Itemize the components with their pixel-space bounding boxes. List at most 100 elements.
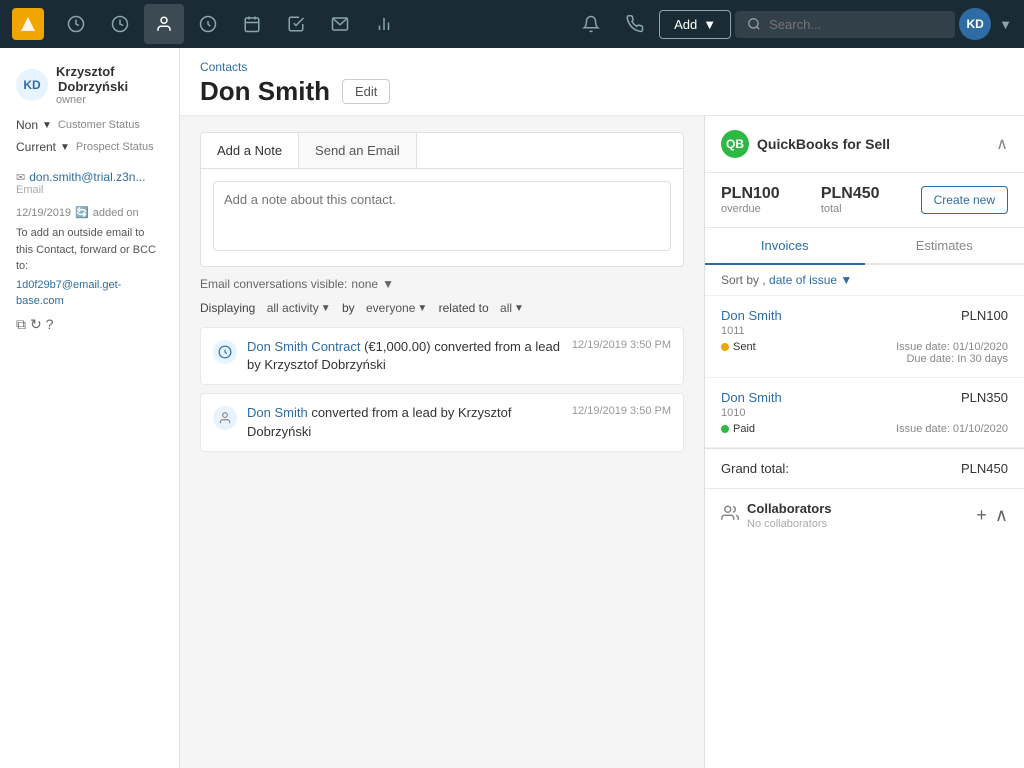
search-box[interactable] — [735, 11, 955, 38]
email-field: ✉ don.smith@trial.z3n... Email — [16, 170, 163, 196]
total-label: total — [821, 203, 880, 215]
invoice-item[interactable]: Don Smith PLN100 1011 Sent Issue date: 0… — [705, 296, 1024, 378]
activity-item: Don Smith converted from a lead by Krzys… — [200, 393, 684, 451]
activity-time-1: 12/19/2019 3:50 PM — [572, 404, 671, 419]
tab-invoices[interactable]: Invoices — [705, 228, 865, 265]
owner-avatar: KD — [16, 69, 48, 101]
tab-add-note[interactable]: Add a Note — [201, 133, 299, 168]
add-collaborator-button[interactable]: + — [976, 505, 987, 526]
collaborators-section: Collaborators No collaborators + ∧ — [705, 488, 1024, 542]
deal-link[interactable]: Don Smith Contract — [247, 339, 360, 354]
grand-total: Grand total: PLN450 — [705, 448, 1024, 488]
everyone-chevron: ▼ — [417, 303, 427, 314]
user-menu-chevron[interactable]: ▼ — [999, 17, 1012, 32]
forward-email-section: To add an outside email to this Contact,… — [16, 225, 163, 335]
content-body: Add a Note Send an Email Email conversat… — [180, 116, 1024, 768]
activity-chevron: ▼ — [321, 303, 331, 314]
sort-link[interactable]: date of issue ▼ — [769, 273, 852, 287]
invoice-dates-0: Issue date: 01/10/2020 Due date: In 30 d… — [896, 341, 1008, 365]
email-visibility-toggle[interactable]: none — [351, 277, 378, 291]
email-icon: ✉ — [16, 171, 25, 184]
search-input[interactable] — [769, 17, 929, 32]
content-header: Contacts Don Smith Edit — [180, 48, 1024, 116]
prospect-status-row: Current ▼ Prospect Status — [16, 140, 163, 154]
invoice-amount-0: PLN100 — [961, 308, 1008, 323]
prospect-status-value[interactable]: Current ▼ Prospect Status — [16, 140, 163, 154]
invoice-status-0: Sent — [721, 341, 756, 353]
added-icon: 🔄 — [75, 206, 89, 219]
edit-button[interactable]: Edit — [342, 79, 390, 104]
quickbooks-stats: PLN100 overdue PLN450 total Create new — [705, 173, 1024, 228]
deal-icon — [213, 340, 237, 364]
invoice-item[interactable]: Don Smith PLN350 1010 Paid Issue date: 0… — [705, 378, 1024, 448]
nav-emails[interactable] — [320, 4, 360, 44]
collaborators-subtitle: No collaborators — [747, 518, 832, 530]
note-area — [200, 169, 684, 267]
nav-deals[interactable] — [188, 4, 228, 44]
nav-contacts[interactable] — [144, 4, 184, 44]
filter-all[interactable]: all ▼ — [500, 301, 524, 315]
note-textarea[interactable] — [213, 181, 671, 251]
email-visibility-chevron[interactable]: ▼ — [382, 277, 394, 291]
tab-estimates[interactable]: Estimates — [865, 228, 1024, 263]
tab-send-email[interactable]: Send an Email — [299, 133, 417, 168]
customer-status-chevron: ▼ — [42, 120, 52, 131]
owner-section: KD Krzysztof Dobrzyński owner — [16, 64, 163, 106]
nav-notifications[interactable] — [571, 4, 611, 44]
total-amount: PLN450 — [821, 185, 880, 203]
help-icon[interactable]: ? — [46, 314, 54, 335]
top-nav: Add ▼ KD ▼ — [0, 0, 1024, 48]
status-dot-sent — [721, 343, 729, 351]
prospect-status-chevron: ▼ — [60, 142, 70, 153]
activity-time-0: 12/19/2019 3:50 PM — [572, 338, 671, 353]
content-area: Contacts Don Smith Edit Add a Note Send … — [180, 48, 1024, 768]
owner-name: Krzysztof Dobrzyński — [56, 64, 163, 94]
sort-chevron: ▼ — [840, 273, 852, 287]
sort-bar: Sort by , date of issue ▼ — [705, 265, 1024, 296]
all-chevron: ▼ — [514, 303, 524, 314]
filter-everyone[interactable]: everyone ▼ — [366, 301, 427, 315]
quickbooks-logo: QB — [721, 130, 749, 158]
app-logo[interactable] — [12, 8, 44, 40]
overdue-amount: PLN100 — [721, 185, 780, 203]
invoice-name-0: Don Smith — [721, 308, 782, 323]
nav-phone[interactable] — [615, 4, 655, 44]
invoice-number-1: 1010 — [721, 407, 1008, 419]
create-new-button[interactable]: Create new — [921, 186, 1008, 214]
quickbooks-collapse[interactable]: ∧ — [996, 134, 1008, 154]
add-button[interactable]: Add ▼ — [659, 10, 731, 39]
filter-all-activity[interactable]: all activity ▼ — [267, 301, 331, 315]
activity-item: Don Smith Contract (€1,000.00) converted… — [200, 327, 684, 385]
main-container: KD Krzysztof Dobrzyński owner Non ▼ Cust… — [0, 48, 1024, 768]
activity-filter: Displaying all activity ▼ by everyone ▼ … — [200, 301, 684, 315]
owner-role: owner — [56, 94, 163, 106]
customer-status-row: Non ▼ Customer Status — [16, 118, 163, 132]
email-label: Email — [16, 184, 163, 196]
user-avatar[interactable]: KD — [959, 8, 991, 40]
overdue-label: overdue — [721, 203, 780, 215]
person-icon — [213, 406, 237, 430]
nav-timer[interactable] — [100, 4, 140, 44]
status-dot-paid — [721, 425, 729, 433]
collaborators-icon — [721, 504, 739, 527]
collaborators-collapse[interactable]: ∧ — [995, 505, 1008, 526]
nav-tasks[interactable] — [276, 4, 316, 44]
customer-status-value[interactable]: Non ▼ Customer Status — [16, 118, 163, 132]
forward-email-address[interactable]: 1d0f29b7@email.get-base.com — [16, 277, 163, 310]
invoice-amount-1: PLN350 — [961, 390, 1008, 405]
invoice-number-0: 1011 — [721, 325, 1008, 337]
breadcrumb[interactable]: Contacts — [200, 60, 1004, 74]
quickbooks-header: QB QuickBooks for Sell ∧ — [705, 116, 1024, 173]
nav-dashboard[interactable] — [56, 4, 96, 44]
refresh-icon[interactable]: ↻ — [30, 314, 42, 335]
sidebar: KD Krzysztof Dobrzyński owner Non ▼ Cust… — [0, 48, 180, 768]
nav-reports[interactable] — [364, 4, 404, 44]
person-link[interactable]: Don Smith — [247, 405, 308, 420]
total-stat: PLN450 total — [821, 185, 880, 215]
page-title: Don Smith — [200, 76, 330, 107]
added-date: 12/19/2019 🔄 added on — [16, 206, 163, 219]
middle-panel: Add a Note Send an Email Email conversat… — [180, 116, 704, 768]
note-tabs: Add a Note Send an Email — [200, 132, 684, 169]
copy-icon[interactable]: ⧉ — [16, 314, 26, 335]
nav-calendar[interactable] — [232, 4, 272, 44]
